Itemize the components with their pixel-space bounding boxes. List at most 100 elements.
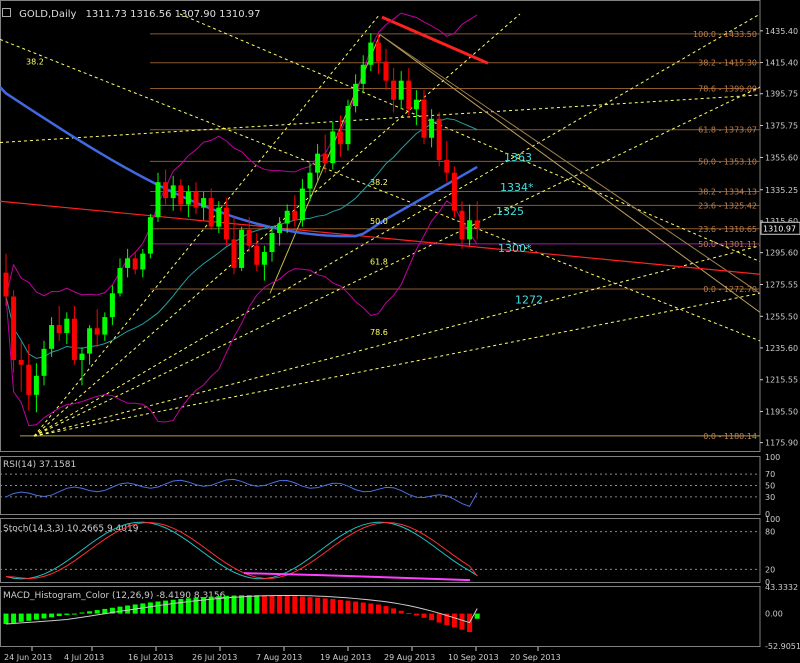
candle-body: [239, 229, 245, 268]
chart-root: 100.0 - 1433.5038.2 - 1415.3078.6 - 1399…: [0, 0, 800, 663]
macd-bar: [163, 600, 169, 614]
candle: [185, 185, 191, 218]
candle: [147, 213, 153, 259]
candle: [71, 306, 77, 365]
candle: [406, 67, 412, 116]
candle-body: [18, 359, 24, 365]
price-annotation: 1363: [504, 151, 532, 164]
macd-bar: [353, 601, 359, 614]
macd-bar: [413, 613, 419, 616]
candle: [117, 258, 123, 297]
candle: [451, 166, 457, 218]
candle-body: [307, 172, 313, 189]
macd-bar: [391, 608, 397, 614]
macd-bar: [193, 597, 199, 614]
candle-body: [185, 191, 191, 205]
candle: [368, 33, 374, 72]
candle: [201, 191, 207, 221]
stoch-label: Stoch(14,3,3) 10.2665 9.4019: [3, 524, 139, 534]
candle-body: [64, 318, 70, 333]
candle: [132, 252, 138, 275]
macd-bar: [436, 613, 442, 623]
candle-body: [246, 229, 252, 246]
price-annotation: 1272: [515, 294, 543, 307]
price-annotation: 1300*: [498, 242, 532, 255]
macd-scale-label: -52.9051: [765, 642, 800, 651]
macd-bar: [429, 613, 435, 621]
y-tick-label: 1435.40: [765, 27, 798, 36]
rsi-scale-label: 50: [765, 482, 775, 491]
candle: [421, 90, 427, 145]
fib-level-label: 50.0 - 1353.10: [698, 157, 757, 166]
fan-line: [33, 292, 761, 437]
candle-body: [398, 80, 404, 100]
last-price-label: 1310.97: [763, 224, 796, 233]
candle: [155, 172, 161, 222]
macd-bar: [269, 595, 275, 614]
candle-body: [11, 296, 17, 360]
rsi-line: [5, 478, 478, 507]
candle-body: [140, 253, 146, 270]
candle-body: [170, 185, 176, 199]
macd-bar: [383, 606, 389, 614]
macd-bar: [94, 610, 100, 614]
macd-bar: [147, 602, 153, 614]
macd-bar: [41, 613, 47, 619]
candle-body: [292, 210, 298, 221]
macd-bar: [117, 606, 123, 614]
candle-body: [125, 258, 131, 268]
candle-body: [193, 191, 199, 208]
trend-channel-line: [379, 34, 761, 313]
candle: [18, 340, 24, 392]
candle-body: [277, 223, 283, 233]
candle: [64, 312, 70, 345]
price-chart: 100.0 - 1433.5038.2 - 1415.3078.6 - 1399…: [0, 0, 800, 662]
stoch-divergence-line: [319, 574, 471, 582]
candle-body: [117, 267, 123, 294]
candle-body: [33, 375, 39, 395]
candle-body: [413, 99, 419, 110]
candle: [216, 201, 222, 233]
x-tick-label: 20 Sep 2013: [510, 653, 561, 662]
chart-title-box: GOLD,Daily 1311.73 1316.56 1307.90 1310.…: [2, 2, 261, 20]
candle-body: [375, 42, 381, 62]
candle-body: [109, 293, 115, 318]
candle-body: [94, 328, 100, 335]
candle: [299, 179, 305, 227]
candle-body: [459, 210, 465, 240]
macd-bar: [239, 595, 245, 614]
y-tick-label: 1355.60: [765, 153, 798, 162]
fib-inner-label: 61.8: [370, 258, 388, 267]
macd-bar: [102, 608, 108, 614]
candle-body: [330, 131, 336, 164]
candle: [26, 344, 32, 411]
candle-body: [269, 233, 275, 253]
macd-bar: [345, 600, 351, 614]
candle-body: [216, 207, 222, 227]
candle: [239, 226, 245, 272]
candle: [261, 245, 267, 281]
macd-bar: [459, 613, 465, 630]
macd-scale-label: 43.3332: [765, 583, 798, 592]
macd-bar: [178, 598, 184, 614]
macd-bar: [277, 595, 283, 614]
x-tick-label: 4 Jul 2013: [64, 653, 104, 662]
candle-body: [155, 182, 161, 218]
y-tick-label: 1175.90: [765, 439, 798, 448]
candle-body: [383, 61, 389, 81]
candle: [444, 140, 450, 183]
candle: [292, 194, 298, 227]
macd-bar: [474, 613, 480, 619]
y-tick-label: 1395.75: [765, 90, 798, 99]
candle-body: [299, 188, 305, 221]
candle: [178, 179, 184, 211]
candle: [94, 309, 100, 348]
candle-body: [79, 353, 85, 360]
macd-bar: [421, 613, 427, 618]
macd-scale-label: 0.00: [765, 610, 783, 619]
candle: [353, 74, 359, 113]
y-tick-label: 1295.60: [765, 249, 798, 258]
x-tick-label: 16 Jul 2013: [128, 653, 173, 662]
candle-body: [49, 325, 55, 349]
macd-bar: [79, 612, 85, 614]
